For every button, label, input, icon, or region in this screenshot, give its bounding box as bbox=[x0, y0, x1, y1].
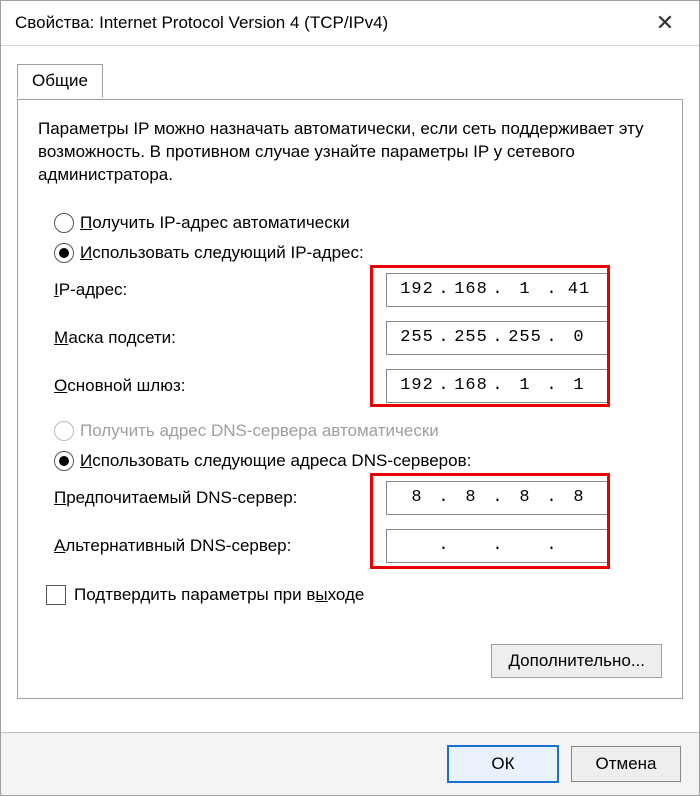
input-default-gateway[interactable]: 192. 168. 1. 1 bbox=[386, 369, 610, 403]
radio-icon bbox=[54, 451, 74, 471]
tab-general[interactable]: Общие bbox=[17, 64, 103, 98]
radio-use-ip-manual[interactable]: Использовать следующий IP-адрес: bbox=[54, 243, 662, 263]
tabstrip: Общие bbox=[17, 64, 683, 100]
tab-panel-general: Параметры IP можно назначать автоматичес… bbox=[17, 99, 683, 699]
row-alternate-dns: Альтернативный DNS-сервер: . . . bbox=[46, 529, 662, 563]
label-preferred-dns: Предпочитаемый DNS-сервер: bbox=[46, 488, 354, 508]
cancel-button[interactable]: Отмена bbox=[571, 746, 681, 782]
input-alternate-dns[interactable]: . . . bbox=[386, 529, 610, 563]
label-ip-address: IP-адрес: bbox=[46, 280, 354, 300]
radio-label: Получить IP-адрес автоматически bbox=[80, 213, 350, 233]
row-subnet-mask: Маска подсети: 255. 255. 255. 0 bbox=[46, 321, 662, 355]
ok-button[interactable]: ОК bbox=[447, 745, 559, 783]
close-icon[interactable]: ✕ bbox=[645, 10, 685, 36]
ip-group: Получить IP-адрес автоматически Использо… bbox=[46, 213, 662, 403]
input-ip-address[interactable]: 192. 168. 1. 41 bbox=[386, 273, 610, 307]
label-alternate-dns: Альтернативный DNS-сервер: bbox=[46, 536, 354, 556]
radio-icon bbox=[54, 421, 74, 441]
properties-dialog: Свойства: Internet Protocol Version 4 (T… bbox=[0, 0, 700, 796]
radio-icon bbox=[54, 243, 74, 263]
radio-obtain-dns-auto: Получить адрес DNS-сервера автоматически bbox=[54, 421, 662, 441]
dialog-footer: ОК Отмена bbox=[1, 732, 699, 795]
radio-obtain-ip-auto[interactable]: Получить IP-адрес автоматически bbox=[54, 213, 662, 233]
client-area: Общие Параметры IP можно назначать автом… bbox=[1, 46, 699, 732]
radio-label: Использовать следующие адреса DNS-сервер… bbox=[80, 451, 471, 471]
window-title: Свойства: Internet Protocol Version 4 (T… bbox=[15, 13, 645, 33]
row-preferred-dns: Предпочитаемый DNS-сервер: 8. 8. 8. 8 bbox=[46, 481, 662, 515]
checkbox-validate-on-exit[interactable]: Подтвердить параметры при выходе bbox=[46, 585, 662, 605]
radio-label: Использовать следующий IP-адрес: bbox=[80, 243, 364, 263]
radio-label: Получить адрес DNS-сервера автоматически bbox=[80, 421, 439, 441]
ip-fields: IP-адрес: 192. 168. 1. 41 Маска подсети:… bbox=[46, 273, 662, 403]
radio-icon bbox=[54, 213, 74, 233]
input-subnet-mask[interactable]: 255. 255. 255. 0 bbox=[386, 321, 610, 355]
description-text: Параметры IP можно назначать автоматичес… bbox=[38, 118, 662, 187]
titlebar: Свойства: Internet Protocol Version 4 (T… bbox=[1, 1, 699, 46]
label-default-gateway: Основной шлюз: bbox=[46, 376, 354, 396]
dns-fields: Предпочитаемый DNS-сервер: 8. 8. 8. 8 Ал… bbox=[46, 481, 662, 563]
checkbox-label: Подтвердить параметры при выходе bbox=[74, 585, 364, 605]
checkbox-icon bbox=[46, 585, 66, 605]
advanced-button[interactable]: Дополнительно... bbox=[491, 644, 662, 678]
row-default-gateway: Основной шлюз: 192. 168. 1. 1 bbox=[46, 369, 662, 403]
label-subnet-mask: Маска подсети: bbox=[46, 328, 354, 348]
input-preferred-dns[interactable]: 8. 8. 8. 8 bbox=[386, 481, 610, 515]
radio-use-dns-manual[interactable]: Использовать следующие адреса DNS-сервер… bbox=[54, 451, 662, 471]
dns-group: Получить адрес DNS-сервера автоматически… bbox=[46, 421, 662, 563]
row-ip-address: IP-адрес: 192. 168. 1. 41 bbox=[46, 273, 662, 307]
